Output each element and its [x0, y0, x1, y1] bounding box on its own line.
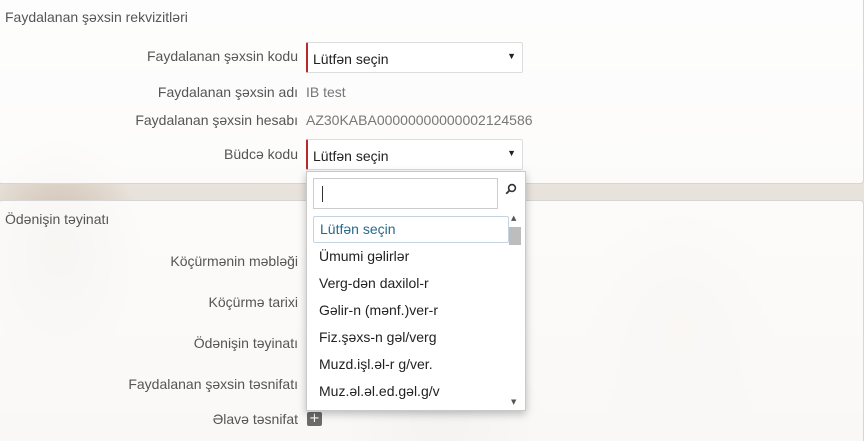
- dropdown-options-list: Lütfən seçin Ümumi gəlirlər Verg-dən dax…: [313, 216, 509, 405]
- dropdown-scrollbar[interactable]: ▲ ▼: [508, 212, 522, 408]
- search-icon[interactable]: [505, 183, 517, 195]
- payment-purpose-label: Ödənişin təyinatı: [193, 335, 298, 351]
- caret-down-icon: ▼: [507, 51, 516, 61]
- budget-code-value: Lütfən seçin: [313, 148, 389, 164]
- budget-code-dropdown: Lütfən seçin Ümumi gəlirlər Verg-dən dax…: [306, 171, 526, 411]
- dropdown-option[interactable]: Ümumi gəlirlər: [313, 243, 509, 270]
- section-title: Faydalanan şəxsin rekvizitləri: [5, 9, 188, 25]
- dropdown-option[interactable]: Gəlir-n (mənf.)ver-r: [313, 297, 509, 324]
- beneficiary-classification-label: Faydalanan şəxsin təsnifatı: [128, 376, 298, 392]
- beneficiary-name-value: IB test: [306, 84, 346, 100]
- scrollbar-thumb[interactable]: [509, 227, 521, 245]
- dropdown-option[interactable]: Muz.əl.əl.ed.gəl.g/v: [313, 378, 509, 405]
- transfer-date-label: Köçürmə tarixi: [208, 294, 298, 310]
- scroll-down-icon[interactable]: ▼: [511, 398, 516, 406]
- beneficiary-code-value: Lütfən seçin: [313, 51, 389, 67]
- beneficiary-name-label: Faydalanan şəxsin adı: [157, 84, 298, 100]
- dropdown-option[interactable]: Muzd.işl.əl-r g/ver.: [313, 351, 509, 378]
- dropdown-option[interactable]: Verg-dən daxilol-r: [313, 270, 509, 297]
- scroll-up-icon[interactable]: ▲: [511, 214, 516, 222]
- extra-classification-label: Əlavə təsnifat: [212, 411, 298, 427]
- plus-icon[interactable]: +: [307, 412, 322, 426]
- beneficiary-account-label: Faydalanan şəxsin hesabı: [135, 112, 298, 128]
- caret-down-icon: ▼: [507, 148, 516, 158]
- text-cursor: [322, 186, 323, 202]
- dropdown-option[interactable]: Lütfən seçin: [313, 216, 509, 243]
- budget-code-label: Büdcə kodu: [224, 146, 298, 162]
- beneficiary-code-select[interactable]: Lütfən seçin ▼: [306, 42, 523, 73]
- section-title: Ödənişin təyinatı: [5, 211, 110, 227]
- beneficiary-account-value: AZ30KABA00000000000002124586: [306, 112, 533, 128]
- beneficiary-code-label: Faydalanan şəxsin kodu: [147, 48, 298, 64]
- dropdown-search-input[interactable]: [313, 178, 498, 209]
- budget-code-select[interactable]: Lütfən seçin ▼: [306, 139, 523, 170]
- dropdown-option[interactable]: Fiz.şəxs-n gəl/verg: [313, 324, 509, 351]
- amount-label: Köçürmənin məbləği: [170, 253, 298, 269]
